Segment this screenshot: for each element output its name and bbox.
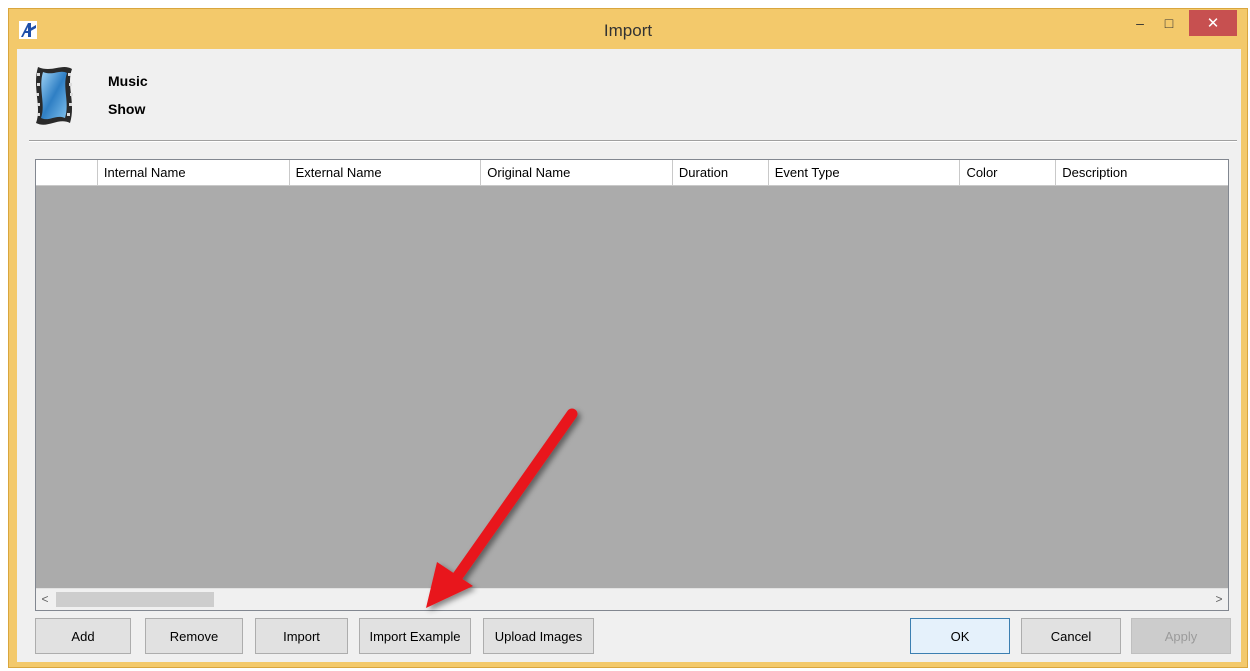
scroll-left-icon[interactable]: < xyxy=(36,589,54,610)
cancel-button[interactable]: Cancel xyxy=(1021,618,1121,654)
import-example-button[interactable]: Import Example xyxy=(359,618,471,654)
column-header-description[interactable]: Description xyxy=(1056,160,1228,185)
remove-button[interactable]: Remove xyxy=(145,618,243,654)
column-header-external-name[interactable]: External Name xyxy=(290,160,482,185)
maximize-button[interactable]: □ xyxy=(1156,10,1182,36)
window-title: Import xyxy=(603,21,653,40)
header-separator xyxy=(29,140,1237,142)
import-button[interactable]: Import xyxy=(255,618,348,654)
grid-header-row: Internal Name External Name Original Nam… xyxy=(36,160,1228,186)
column-header-event-type[interactable]: Event Type xyxy=(769,160,961,185)
show-type-label: Music xyxy=(108,73,148,89)
horizontal-scrollbar[interactable]: < > xyxy=(36,588,1228,610)
column-header-original-name[interactable]: Original Name xyxy=(481,160,673,185)
scrollbar-thumb[interactable] xyxy=(56,592,214,607)
apply-button[interactable]: Apply xyxy=(1131,618,1231,654)
minimize-button[interactable]: – xyxy=(1127,10,1153,36)
close-button[interactable]: ✕ xyxy=(1189,10,1237,36)
title-bar[interactable]: Import – □ ✕ xyxy=(9,9,1247,49)
add-button[interactable]: Add xyxy=(35,618,131,654)
show-subtype-label: Show xyxy=(108,101,146,117)
column-header-row-selector[interactable] xyxy=(36,160,98,185)
ok-button[interactable]: OK xyxy=(910,618,1010,654)
column-header-color[interactable]: Color xyxy=(960,160,1057,185)
column-header-internal-name[interactable]: Internal Name xyxy=(98,160,290,185)
import-dialog: Import – □ ✕ Music Show Internal Name Ex… xyxy=(8,8,1248,668)
upload-images-button[interactable]: Upload Images xyxy=(483,618,594,654)
column-header-duration[interactable]: Duration xyxy=(673,160,769,185)
scroll-right-icon[interactable]: > xyxy=(1210,589,1228,610)
film-strip-icon xyxy=(36,67,73,125)
import-data-grid[interactable]: Internal Name External Name Original Nam… xyxy=(35,159,1229,611)
dialog-client-area: Music Show Internal Name External Name O… xyxy=(17,49,1241,662)
